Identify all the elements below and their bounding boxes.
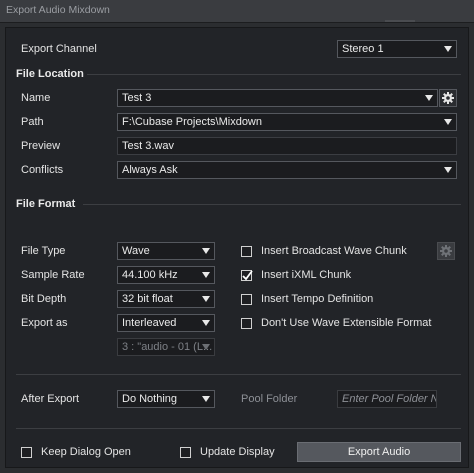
file-location-divider — [87, 74, 461, 75]
conflicts-value: Always Ask — [122, 164, 178, 176]
keep-dialog-open-label: Keep Dialog Open — [41, 446, 131, 458]
export-as-label: Export as — [21, 317, 68, 329]
file-type-label: File Type — [21, 245, 66, 257]
conflicts-dropdown[interactable]: Always Ask — [117, 161, 457, 179]
broadcast-wave-checkbox[interactable] — [241, 246, 252, 257]
path-value: F:\Cubase Projects\Mixdown — [122, 116, 262, 128]
chevron-down-icon — [202, 296, 210, 302]
conflicts-label: Conflicts — [21, 164, 64, 176]
after-export-divider — [16, 374, 461, 375]
export-channel-dropdown[interactable]: Stereo 1 — [337, 40, 457, 58]
file-type-dropdown[interactable]: Wave — [117, 242, 215, 260]
sample-rate-label: Sample Rate — [21, 269, 85, 281]
pool-folder-placeholder: Enter Pool Folder N. — [342, 393, 437, 405]
export-channel-label: Export Channel — [21, 43, 97, 55]
after-export-value: Do Nothing — [122, 393, 178, 405]
footer-divider — [16, 428, 461, 429]
chevron-down-icon — [444, 119, 452, 125]
bit-depth-dropdown[interactable]: 32 bit float — [117, 290, 215, 308]
export-audio-button[interactable]: Export Audio — [297, 442, 461, 462]
export-as-dropdown[interactable]: Interleaved — [117, 314, 215, 332]
name-value: Test 3 — [122, 92, 152, 104]
path-label: Path — [21, 116, 44, 128]
file-format-divider — [83, 204, 461, 205]
pool-folder-label: Pool Folder — [241, 393, 298, 405]
chevron-down-icon — [202, 344, 210, 350]
wave-extensible-checkbox[interactable] — [241, 318, 252, 329]
chevron-down-icon — [444, 46, 452, 52]
export-channel-value: Stereo 1 — [342, 43, 384, 55]
chevron-down-icon — [444, 167, 452, 173]
channel-naming-value: 3 : "audio - 01 (L... — [122, 341, 213, 353]
name-settings-button[interactable] — [439, 89, 457, 107]
export-as-value: Interleaved — [122, 317, 177, 329]
gear-icon — [442, 92, 454, 104]
file-format-heading: File Format — [16, 198, 76, 210]
wave-extensible-label: Don't Use Wave Extensible Format — [261, 317, 432, 329]
file-location-heading: File Location — [16, 68, 84, 80]
file-type-value: Wave — [122, 245, 150, 257]
sample-rate-value: 44.100 kHz — [122, 269, 178, 281]
broadcast-wave-label: Insert Broadcast Wave Chunk — [261, 245, 407, 257]
name-dropdown[interactable]: Test 3 — [117, 89, 438, 107]
chevron-down-icon — [202, 248, 210, 254]
title-bar: Export Audio Mixdown — [0, 0, 474, 23]
keep-dialog-open-checkbox[interactable] — [21, 447, 32, 458]
pool-folder-input: Enter Pool Folder N. — [337, 390, 437, 408]
sample-rate-dropdown[interactable]: 44.100 kHz — [117, 266, 215, 284]
gear-icon — [440, 245, 452, 257]
ixml-chunk-checkbox[interactable] — [241, 270, 253, 281]
update-display-checkbox[interactable] — [180, 447, 191, 458]
bit-depth-label: Bit Depth — [21, 293, 67, 305]
broadcast-settings-button — [437, 242, 455, 260]
dialog-panel: Export Channel Stereo 1 File Location Na… — [5, 27, 469, 468]
preview-field: Test 3.wav — [117, 137, 457, 155]
window-title: Export Audio Mixdown — [6, 4, 110, 16]
chevron-down-icon — [202, 396, 210, 402]
channel-naming-dropdown: 3 : "audio - 01 (L... — [117, 338, 215, 356]
bit-depth-value: 32 bit float — [122, 293, 173, 305]
chevron-down-icon — [425, 95, 433, 101]
chevron-down-icon — [202, 272, 210, 278]
chevron-down-icon — [202, 320, 210, 326]
tempo-definition-checkbox[interactable] — [241, 294, 252, 305]
name-label: Name — [21, 92, 51, 104]
preview-label: Preview — [21, 140, 61, 152]
ixml-chunk-label: Insert iXML Chunk — [261, 269, 352, 281]
after-export-dropdown[interactable]: Do Nothing — [117, 390, 215, 408]
after-export-label: After Export — [21, 393, 80, 405]
update-display-label: Update Display — [200, 446, 275, 458]
checkmark-icon — [242, 270, 253, 281]
path-dropdown[interactable]: F:\Cubase Projects\Mixdown — [117, 113, 457, 131]
title-bar-accent — [385, 20, 415, 22]
tempo-definition-label: Insert Tempo Definition — [261, 293, 374, 305]
